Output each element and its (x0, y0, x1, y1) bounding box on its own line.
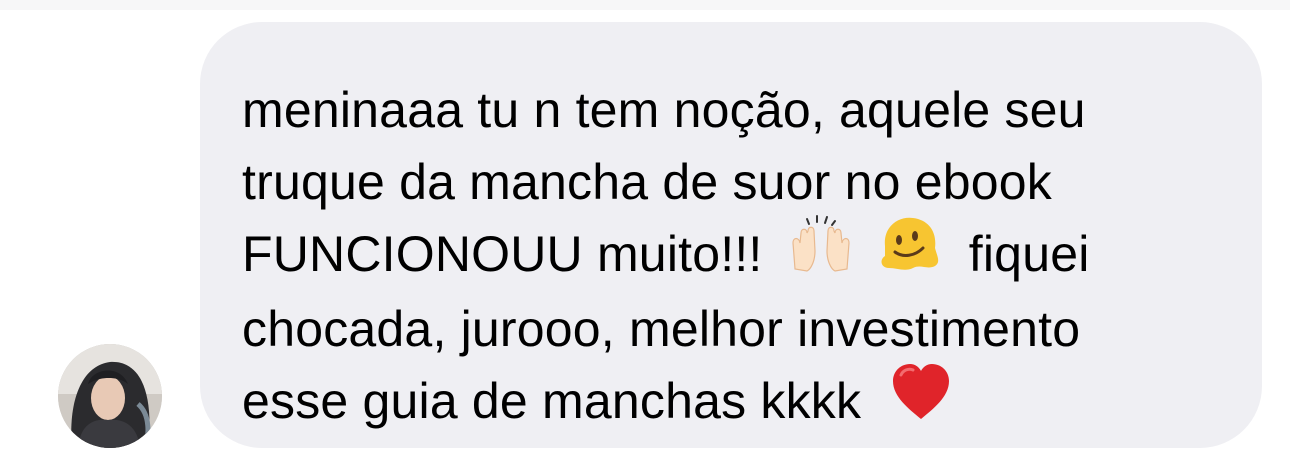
message-line-5-text: esse guia de manchas kkkk (242, 373, 862, 430)
message-bubble[interactable]: meninaaa tu n tem noção, aquele seu truq… (200, 22, 1262, 448)
message-line-5: esse guia de manchas kkkk (242, 363, 1232, 439)
raising-hands-icon (785, 213, 857, 292)
message-line-2: truque da mancha de suor no ebook (242, 154, 1052, 210)
header-strip (0, 0, 1290, 10)
message-line-3-tail: fiquei (968, 226, 1090, 282)
message-line-4: chocada, jurooo, melhor investimento (242, 301, 1081, 358)
message-line-3: FUNCIONOUU muito!!! fiquei (242, 215, 1232, 293)
message-line-1: meninaaa tu n tem noção, aquele seu (242, 82, 1086, 138)
message-line-3-text: FUNCIONOUU muito!!! (242, 226, 763, 282)
avatar-photo (58, 344, 162, 448)
red-heart-icon (889, 361, 953, 440)
melting-face-icon (877, 212, 943, 293)
sender-avatar[interactable] (58, 344, 162, 448)
